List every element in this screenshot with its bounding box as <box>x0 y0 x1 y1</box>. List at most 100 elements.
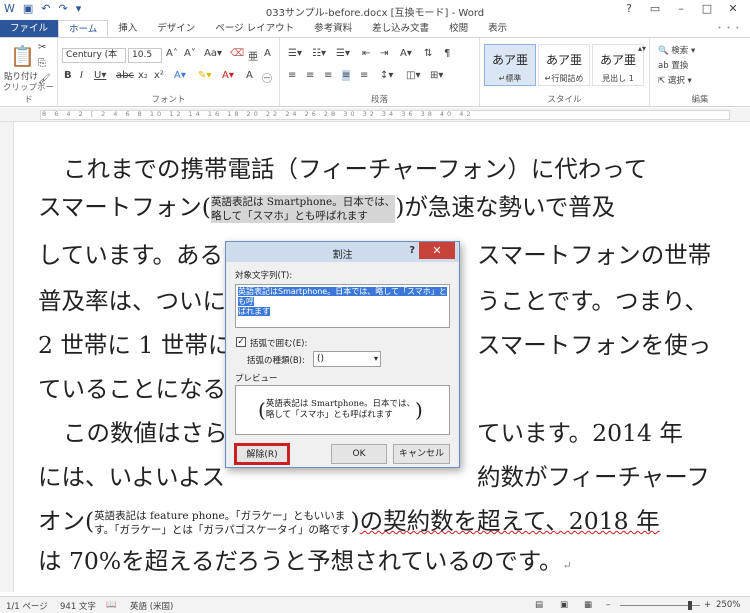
zoom-out-icon[interactable]: – <box>606 600 610 610</box>
tab-view[interactable]: 表示 <box>478 20 517 38</box>
doc-line: ていることになる <box>38 375 226 403</box>
zoom-level[interactable]: 250% <box>716 600 740 610</box>
paragraph-group-label: 段落 <box>370 95 388 105</box>
clear-format-icon[interactable]: ⌫ <box>230 48 244 59</box>
style-normal[interactable]: あア亜 ↵標準 <box>484 44 536 86</box>
bracket-checkbox-label[interactable]: 括弧で囲む(E): <box>250 337 307 349</box>
justify-icon[interactable]: ≡ <box>342 70 351 81</box>
find-button[interactable]: 🔍 検索 ▾ <box>658 44 695 56</box>
close-icon[interactable]: ✕ <box>720 0 746 18</box>
tab-file[interactable]: ファイル <box>0 20 59 38</box>
decrease-indent-icon[interactable]: ⇤ <box>362 48 370 59</box>
numbering-icon[interactable]: ☷▾ <box>312 48 326 59</box>
remove-button[interactable]: 解除(R) <box>234 443 290 465</box>
ok-button[interactable]: OK <box>331 444 387 464</box>
target-text-input[interactable]: 英語表記はSmartphone。日本では、略して「スマホ」とも呼 ばれます <box>235 284 450 328</box>
font-color-icon[interactable]: A▾ <box>222 70 234 81</box>
tab-home[interactable]: ホーム <box>58 20 109 38</box>
char-shading-icon[interactable]: A <box>246 70 253 81</box>
bold-icon[interactable]: B <box>64 70 72 81</box>
paragraph-mark: ↵ <box>562 559 572 572</box>
tab-references[interactable]: 参考資料 <box>304 20 362 38</box>
enclose-char-icon[interactable]: ㊀ <box>262 70 272 85</box>
char-border-icon[interactable]: A <box>264 48 271 59</box>
tab-design[interactable]: デザイン <box>147 20 205 38</box>
grow-font-icon[interactable]: A˄ <box>166 48 178 59</box>
print-layout-icon[interactable]: ▣ <box>560 600 568 610</box>
horizontal-ruler[interactable]: 8 6 4 2 | 2 4 6 8 10 12 14 16 18 20 22 2… <box>0 108 750 122</box>
doc-text: は 70%を超えるだろうと予想されているのです。 <box>38 547 563 575</box>
subscript-icon[interactable]: x₂ <box>138 70 148 81</box>
dialog-help-icon[interactable]: ? <box>409 245 415 256</box>
zoom-slider-thumb[interactable] <box>688 601 692 610</box>
tab-mailings[interactable]: 差し込み文書 <box>362 20 439 38</box>
asian-layout-icon[interactable]: A▾ <box>400 48 412 59</box>
bullets-icon[interactable]: ☰▾ <box>288 48 302 59</box>
word-count[interactable]: 941 文字 <box>60 600 96 612</box>
select-button[interactable]: ⇱ 選択 ▾ <box>658 74 692 86</box>
replace-button[interactable]: ab 置換 <box>658 59 688 71</box>
maximize-icon[interactable]: □ <box>694 0 720 18</box>
web-layout-icon[interactable]: ▦ <box>584 600 592 610</box>
tab-insert[interactable]: 挿入 <box>108 20 147 38</box>
dialog-close-button[interactable]: ✕ <box>419 242 455 259</box>
align-right-icon[interactable]: ≡ <box>324 70 332 81</box>
highlight-icon[interactable]: ✎▾ <box>198 70 211 81</box>
dialog-body: 対象文字列(T): 英語表記はSmartphone。日本では、略して「スマホ」と… <box>227 262 458 467</box>
warichu-note[interactable]: 英語表記は feature phone。「ガラケー」ともいいま す。「ガラケー」と… <box>94 509 350 537</box>
distributed-icon[interactable]: ≡ <box>360 70 368 81</box>
sort-icon[interactable]: ⇅ <box>424 48 432 59</box>
proofing-icon[interactable]: 📖 <box>106 600 117 610</box>
shading-icon[interactable]: ◫▾ <box>406 70 420 81</box>
superscript-icon[interactable]: x² <box>154 70 164 81</box>
vertical-ruler[interactable] <box>0 122 14 592</box>
paragraph-group: ☰▾ ☷▾ ☰▾ ⇤ ⇥ A▾ ⇅ ¶ ≡ ≡ ≡ ≡ ≡ ↕▾ ◫▾ ⊞▾ 段… <box>280 38 480 106</box>
page-count[interactable]: 1/1 ページ <box>6 600 48 612</box>
shrink-font-icon[interactable]: A˅ <box>184 48 196 59</box>
font-group-label: フォント <box>151 95 186 105</box>
bracket-checkbox[interactable]: ✓ <box>236 337 246 347</box>
doc-line: スマートフォンの世帯 <box>477 241 712 269</box>
show-marks-icon[interactable]: ¶ <box>444 48 450 59</box>
zoom-in-icon[interactable]: + <box>704 600 711 610</box>
italic-icon[interactable]: I <box>80 70 83 81</box>
borders-icon[interactable]: ⊞▾ <box>430 70 443 81</box>
underline-icon[interactable]: U▾ <box>94 70 106 81</box>
line-spacing-icon[interactable]: ↕▾ <box>380 70 393 81</box>
find-label: 検索 <box>671 46 689 56</box>
multilevel-list-icon[interactable]: ☰▾ <box>336 48 350 59</box>
style-heading-1[interactable]: あア亜 見出し 1 <box>592 44 644 86</box>
increase-indent-icon[interactable]: ⇥ <box>380 48 388 59</box>
styles-scroll-icon[interactable]: ▴▾ <box>638 44 646 53</box>
font-size-select[interactable]: 10.5 <box>128 48 162 63</box>
cancel-button[interactable]: キャンセル <box>393 444 450 464</box>
ribbon-display-icon[interactable]: ▭ <box>642 0 668 18</box>
paste-icon[interactable]: 📋 <box>10 44 35 68</box>
user-account[interactable]: ・・・ <box>715 20 750 38</box>
minimize-icon[interactable]: – <box>668 0 694 18</box>
doc-line: オン(英語表記は feature phone。「ガラケー」ともいいま す。「ガラケ… <box>38 507 660 537</box>
ruler-marks: 8 6 4 2 | 2 4 6 8 10 12 14 16 18 20 22 2… <box>42 110 474 118</box>
strikethrough-icon[interactable]: abc <box>116 70 134 81</box>
align-center-icon[interactable]: ≡ <box>306 70 314 81</box>
doc-text: の契約数を超えて、2018 年 <box>359 507 660 535</box>
status-bar: 1/1 ページ 941 文字 📖 英語 (米国) ▤ ▣ ▦ – + 250% <box>0 596 750 613</box>
align-left-icon[interactable]: ≡ <box>288 70 296 81</box>
warichu-selected[interactable]: 英語表記は Smartphone。日本では、 略して「スマホ」とも呼ばれます <box>210 194 396 223</box>
tab-page-layout[interactable]: ページ レイアウト <box>205 20 304 38</box>
change-case-icon[interactable]: Aa▾ <box>204 48 222 59</box>
style-sample: あア亜 <box>599 53 636 67</box>
read-mode-icon[interactable]: ▤ <box>535 600 543 610</box>
tab-review[interactable]: 校閲 <box>439 20 478 38</box>
font-name-select[interactable]: Century (本 <box>62 48 126 63</box>
search-icon: 🔍 <box>658 46 669 56</box>
copy-icon[interactable]: ⎘ <box>38 58 46 69</box>
cut-icon[interactable]: ✂ <box>38 42 46 53</box>
phonetic-guide-icon[interactable]: 亜 <box>248 48 258 63</box>
style-no-spacing[interactable]: あア亜 ↵行間詰め <box>538 44 590 86</box>
help-icon[interactable]: ? <box>616 0 642 18</box>
language[interactable]: 英語 (米国) <box>130 600 173 612</box>
text-effects-icon[interactable]: A▾ <box>174 70 186 81</box>
bracket-type-select[interactable]: () ▾ <box>313 351 381 367</box>
dialog-titlebar[interactable]: 割注 ? ✕ <box>226 242 459 262</box>
